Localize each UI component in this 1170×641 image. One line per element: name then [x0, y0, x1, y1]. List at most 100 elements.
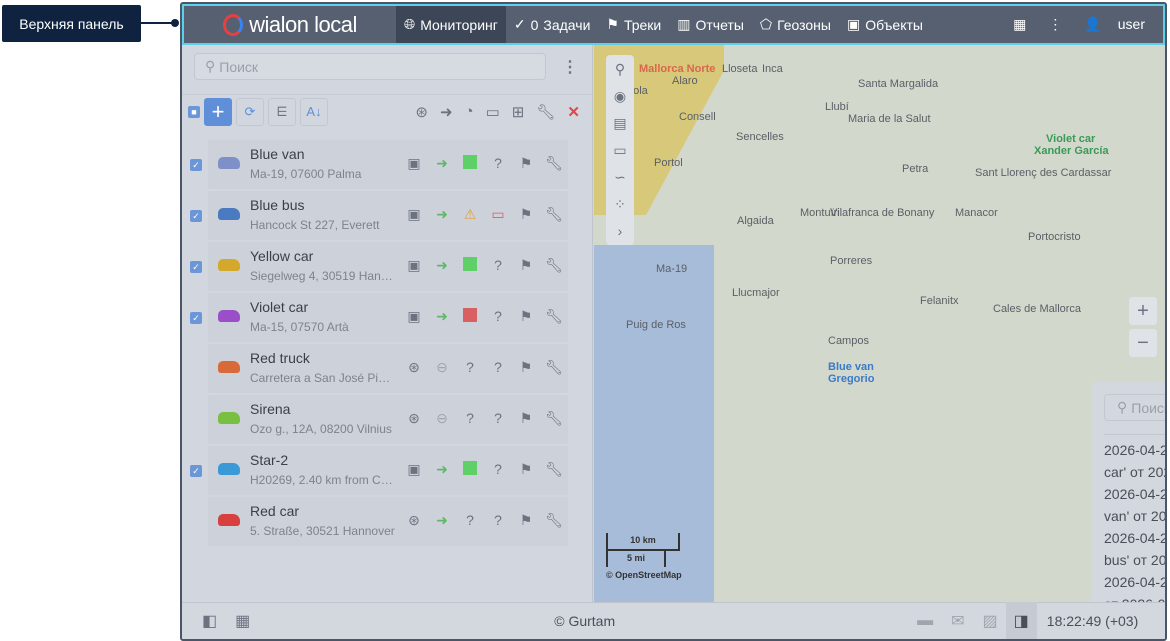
message-item[interactable]: 2026-04-21 18:21:22: Получено новое сооб… — [1104, 483, 1165, 527]
flag-icon[interactable]: ⚑ — [512, 155, 540, 172]
nav-4[interactable]: ⬠ Геозоны — [752, 6, 839, 43]
wrench-icon[interactable]: 🔧︎ — [540, 512, 568, 529]
message-item[interactable]: 2026-04-21 18:21:24: Получено новое сооб… — [1104, 527, 1165, 571]
units-search-input[interactable]: ⚲ Поиск — [194, 53, 546, 80]
unit-row[interactable]: ✓ Star-2 H20269, 2.40 km from Cy... ▣ ➜ … — [182, 445, 592, 496]
driver-icon[interactable]: ▣ — [400, 206, 428, 223]
points-icon[interactable]: ⁘ — [614, 196, 626, 213]
nav-3[interactable]: ▥ Отчеты — [669, 6, 752, 43]
map-label: Lloseta — [722, 63, 758, 75]
unit-row[interactable]: ✓ Blue bus Hancock St 227, Everett ▣ ➜ ⚠… — [182, 190, 592, 241]
driver-icon[interactable]: ⊛ — [415, 103, 428, 121]
unit-address: Ma-19, 07600 Palma — [250, 167, 362, 181]
eye-icon[interactable]: ◉ — [614, 88, 626, 105]
driver-icon[interactable]: ⊛ — [400, 512, 428, 529]
driver-icon[interactable]: ▣ — [400, 155, 428, 172]
battery-icon[interactable]: ▭ — [486, 103, 500, 121]
driver-icon[interactable]: ▣ — [400, 257, 428, 274]
units-list: ✓ Blue van Ma-19, 07600 Palma ▣ ➜ ? ⚑ 🔧︎… — [182, 139, 592, 547]
messages-panel-toggle-icon[interactable]: ◨ — [1005, 602, 1037, 639]
panel-menu-icon[interactable]: ⋮ — [562, 57, 578, 77]
driver-icon[interactable]: ▣ — [400, 461, 428, 478]
driver-icon[interactable]: ⊛ — [400, 410, 428, 427]
flag-icon[interactable]: ⚑ — [512, 308, 540, 325]
flag-icon[interactable]: ⚑ — [512, 359, 540, 376]
zoom-in-button[interactable]: + — [1129, 297, 1157, 325]
add-units-button[interactable]: + — [204, 97, 232, 126]
nav-1[interactable]: ✓ 0 Задачи — [506, 6, 599, 43]
sort-button[interactable]: A↓ — [300, 97, 328, 126]
flag-icon[interactable]: ⚑ — [512, 410, 540, 427]
unknown-icon: ? — [494, 155, 502, 171]
wrench-icon[interactable]: 🔧︎ — [540, 308, 568, 325]
unit-checkbox[interactable]: ✓ — [190, 210, 202, 222]
message-item[interactable]: 2026-04-21 18:21:24: Получено новое сооб… — [1104, 571, 1165, 602]
unit-checkbox[interactable]: ✓ — [190, 159, 202, 171]
panel-toggle-icon[interactable]: ◧ — [202, 611, 217, 631]
driver-icon[interactable]: ▣ — [400, 308, 428, 325]
apps-grid-icon[interactable]: ▦ — [235, 611, 250, 631]
unit-name: Sirena — [250, 401, 291, 417]
map-layers-icon[interactable]: ▤ — [613, 115, 626, 132]
zoom-out-button[interactable]: − — [1129, 329, 1157, 357]
globe-icon: 🌐︎ — [404, 16, 416, 32]
group-icon[interactable]: ⋿ — [268, 97, 296, 126]
map-search-icon[interactable]: ⚲ — [615, 61, 625, 78]
wrench-icon[interactable]: 🔧︎ — [536, 103, 555, 121]
unit-row[interactable]: ✓ Yellow car Siegelweg 4, 30519 Hann... … — [182, 241, 592, 292]
motion-state-icon[interactable]: ➜ — [440, 103, 453, 121]
map-label: Campos — [828, 335, 869, 347]
flag-icon[interactable]: ⚑ — [512, 257, 540, 274]
motion-icon[interactable]: ➜ — [428, 206, 456, 223]
wrench-icon[interactable]: 🔧︎ — [540, 359, 568, 376]
battery-low-icon: ▭ — [491, 206, 505, 222]
flag-icon[interactable]: ⚑ — [512, 206, 540, 223]
flag-icon[interactable]: ⚑ — [512, 512, 540, 529]
unit-checkbox[interactable]: ✓ — [190, 261, 202, 273]
unit-row[interactable]: Red truck Carretera a San José Pinul... … — [182, 343, 592, 394]
motion-icon[interactable]: ➜ — [428, 308, 456, 325]
speedometer-icon[interactable]: ◔ — [465, 103, 474, 121]
unit-row[interactable]: ✓ Violet car Ma-15, 07570 Artà ▣ ➜ ? ⚑ 🔧… — [182, 292, 592, 343]
map-label: Sant Llorenç des Cardassar — [975, 167, 1112, 179]
motion-icon[interactable]: ⊖ — [428, 359, 456, 376]
wrench-icon[interactable]: 🔧︎ — [540, 461, 568, 478]
logo[interactable]: wialon local — [184, 12, 396, 38]
unit-checkbox[interactable]: ✓ — [190, 465, 202, 477]
add-geofence-icon[interactable]: ⊞ — [512, 103, 525, 121]
motion-icon[interactable]: ➜ — [428, 155, 456, 172]
wrench-icon[interactable]: 🔧︎ — [540, 155, 568, 172]
delete-icon[interactable]: ✕ — [567, 103, 580, 121]
wrench-icon[interactable]: 🔧︎ — [540, 257, 568, 274]
route-icon[interactable]: ∽ — [614, 169, 626, 186]
wrench-icon[interactable]: 🔧︎ — [540, 206, 568, 223]
driver-icon[interactable]: ⊛ — [400, 359, 428, 376]
wrench-icon[interactable]: 🔧︎ — [540, 410, 568, 427]
unit-address: Carretera a San José Pinul... — [250, 371, 395, 385]
mail-icon[interactable]: ✉ — [951, 611, 964, 631]
motion-icon[interactable]: ➜ — [428, 512, 456, 529]
notifications-icon[interactable]: ▬ — [917, 612, 933, 630]
map[interactable]: Mallorca NorteLlosetaIncaAlaroBunyolaCon… — [594, 45, 1165, 602]
refresh-icon[interactable]: ⟳ — [236, 97, 264, 126]
unit-row[interactable]: Red car 5. Straße, 30521 Hannover ⊛ ➜ ??… — [182, 496, 592, 547]
motion-icon[interactable]: ⊖ — [428, 410, 456, 427]
messages-search-input[interactable]: ⚲Поиск — [1104, 394, 1165, 421]
apps-grid-icon[interactable]: ▦ — [1013, 16, 1026, 33]
nav-5[interactable]: ▣ Объекты — [839, 6, 931, 43]
image-icon[interactable]: ▨ — [983, 611, 998, 631]
select-all-checkbox[interactable]: ■ — [188, 105, 200, 118]
message-item[interactable]: 2026-04-21 18:21:20: Получено новое сооб… — [1104, 439, 1165, 483]
user-menu[interactable]: 👤 user — [1084, 16, 1145, 33]
ruler-icon[interactable]: ▭ — [613, 142, 626, 159]
expand-chevron-icon[interactable]: › — [618, 223, 623, 239]
unit-row[interactable]: ✓ Blue van Ma-19, 07600 Palma ▣ ➜ ? ⚑ 🔧︎ — [182, 139, 592, 190]
more-menu-icon[interactable]: ⋮ — [1048, 16, 1062, 33]
motion-icon[interactable]: ➜ — [428, 461, 456, 478]
flag-icon[interactable]: ⚑ — [512, 461, 540, 478]
unit-checkbox[interactable]: ✓ — [190, 312, 202, 324]
unit-row[interactable]: Sirena Ozo g., 12A, 08200 Vilnius ⊛ ⊖ ??… — [182, 394, 592, 445]
nav-0[interactable]: 🌐︎ Мониторинг — [396, 6, 506, 43]
nav-2[interactable]: ⚑ Треки — [598, 6, 669, 43]
motion-icon[interactable]: ➜ — [428, 257, 456, 274]
